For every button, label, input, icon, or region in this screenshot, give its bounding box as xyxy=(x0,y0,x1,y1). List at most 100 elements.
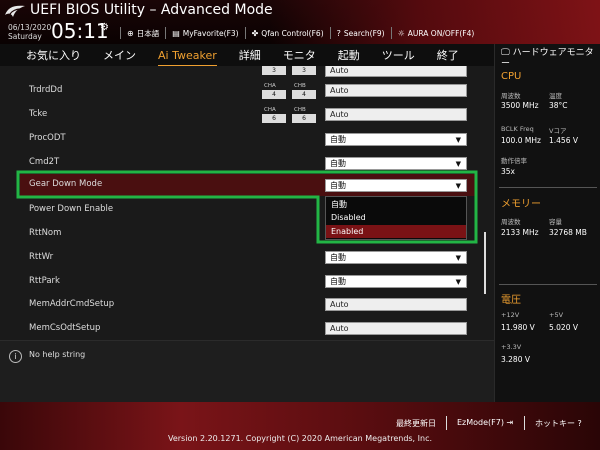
setting-dropdown[interactable]: 自動 ▼ xyxy=(325,251,467,264)
v5-value: 5.020 V xyxy=(549,323,578,332)
setting-row-procodt[interactable]: ProcODT 自動 ▼ xyxy=(0,128,480,150)
setting-label: MemCsOdtSetup xyxy=(29,323,101,333)
last-modified-button[interactable]: 最終更新日 xyxy=(396,418,436,429)
myfavorite-label: MyFavorite(F3) xyxy=(182,28,239,38)
cha-label: CHA xyxy=(264,83,276,89)
mem-cap-value: 32768 MB xyxy=(549,228,587,237)
bclk-value: 100.0 MHz xyxy=(501,136,541,145)
chevron-down-icon: ▼ xyxy=(455,278,461,286)
setting-label: Power Down Enable xyxy=(29,204,114,214)
setting-label: MemAddrCmdSetup xyxy=(29,299,115,309)
setting-row-rttpark[interactable]: RttPark 自動 ▼ xyxy=(0,271,480,293)
setting-dropdown[interactable]: 自動 ▼ xyxy=(325,275,467,288)
cpu-section-title: CPU xyxy=(501,71,522,82)
menu-ai-tweaker[interactable]: Ai Tweaker xyxy=(158,49,217,66)
dropdown-value: 自動 xyxy=(330,277,346,286)
cha-value-box[interactable]: 4 xyxy=(262,90,286,99)
setting-value-field[interactable]: Auto xyxy=(325,66,467,77)
main-menu: お気に入り メイン Ai Tweaker 詳細 モニタ 起動 ツール 終了 xyxy=(0,44,494,66)
hardware-monitor-title-text: ハードウェアモニター xyxy=(501,48,594,69)
menu-tool[interactable]: ツール xyxy=(382,47,415,63)
cha-label: CHA xyxy=(264,107,276,113)
fan-icon: ✤ xyxy=(251,28,259,38)
qfan-button[interactable]: ✤ Qfan Control(F6) xyxy=(252,29,324,38)
hotkeys-button[interactable]: ホットキー ? xyxy=(535,418,582,429)
favorite-list-icon: ▤ xyxy=(172,28,180,38)
footer-bar: 最終更新日 EzMode(F7) ⇥ ホットキー ? Version 2.20.… xyxy=(0,402,600,450)
chb-value-box[interactable]: 6 xyxy=(292,114,316,123)
myfavorite-button[interactable]: ▤ MyFavorite(F3) xyxy=(172,29,238,38)
mem-freq-label: 周波数 xyxy=(501,218,521,226)
version-text: Version 2.20.1271. Copyright (C) 2020 Am… xyxy=(167,434,433,443)
setting-dropdown[interactable]: 自動 ▼ xyxy=(325,133,467,146)
menu-favorites[interactable]: お気に入り xyxy=(26,47,81,63)
window-title: UEFI BIOS Utility – Advanced Mode xyxy=(30,2,273,18)
memory-section-title: メモリー xyxy=(501,199,541,210)
setting-row-memaddrcmdsetup[interactable]: MemAddrCmdSetup Auto xyxy=(0,294,480,316)
toolbar-divider xyxy=(244,27,246,39)
chb-value-box[interactable]: 4 xyxy=(292,90,316,99)
hotkeys-label: ホットキー xyxy=(535,419,575,428)
setting-row-trdrddd[interactable]: TrdrdDd CHA CHB 4 4 Auto xyxy=(0,80,480,102)
menu-main[interactable]: メイン xyxy=(103,47,136,63)
bios-window: UEFI BIOS Utility – Advanced Mode 06/13/… xyxy=(0,0,600,450)
ezmode-button[interactable]: EzMode(F7) ⇥ xyxy=(457,418,513,427)
chb-value-box[interactable]: 3 xyxy=(292,66,316,75)
setting-label: Gear Down Mode xyxy=(29,179,103,189)
bclk-label: BCLK Freq xyxy=(501,125,534,133)
setting-row-tcke[interactable]: Tcke CHA CHB 6 6 Auto xyxy=(0,104,480,126)
setting-value-field[interactable]: Auto xyxy=(325,84,467,97)
cpu-temp-label: 温度 xyxy=(549,92,562,100)
menu-boot[interactable]: 起動 xyxy=(338,47,360,63)
footer-divider xyxy=(524,416,525,430)
menu-monitor[interactable]: モニタ xyxy=(283,47,316,63)
menu-exit[interactable]: 終了 xyxy=(437,47,459,63)
toolbar-divider xyxy=(390,27,392,39)
setting-dropdown[interactable]: 自動 ▼ xyxy=(325,157,467,170)
help-text: No help string xyxy=(29,350,86,359)
dropdown-value: 自動 xyxy=(330,253,346,262)
language-button[interactable]: ⊕ 日本語 xyxy=(127,28,159,39)
vcore-label: Vコア xyxy=(549,127,567,135)
hardware-monitor-panel: 🖵 ハードウェアモニター CPU 周波数 温度 3500 MHz 38°C BC… xyxy=(494,44,600,402)
option-enabled[interactable]: Enabled xyxy=(326,225,466,238)
cha-value-box[interactable]: 3 xyxy=(262,66,286,75)
cpu-freq-value: 3500 MHz xyxy=(501,101,539,110)
setting-row-memcsodtsetup[interactable]: MemCsOdtSetup Auto xyxy=(0,318,480,340)
date-text: 06/13/2020 xyxy=(8,23,52,32)
v33-value: 3.280 V xyxy=(501,355,530,364)
setting-label: TrdrdDd xyxy=(29,85,63,95)
scrollbar-thumb[interactable] xyxy=(484,232,486,294)
mem-cap-label: 容量 xyxy=(549,218,562,226)
aura-button[interactable]: ☼ AURA ON/OFF(F4) xyxy=(398,29,475,38)
exit-arrow-icon: ⇥ xyxy=(506,418,514,427)
gear-down-options-list: 自動 Disabled Enabled xyxy=(325,196,467,240)
header-bar: UEFI BIOS Utility – Advanced Mode 06/13/… xyxy=(0,0,600,44)
chevron-down-icon: ▼ xyxy=(455,136,461,144)
rog-logo-icon xyxy=(5,5,25,17)
search-icon: ? xyxy=(336,28,341,38)
setting-row-cmd2t[interactable]: Cmd2T 自動 ▼ xyxy=(0,152,480,174)
v33-label: +3.3V xyxy=(501,343,522,351)
settings-panel: 3 3 Auto TrdrdDd CHA CHB 4 4 Auto Tcke C… xyxy=(0,66,494,340)
date-display: 06/13/2020 Saturday xyxy=(8,23,51,41)
dropdown-value: 自動 xyxy=(330,135,346,144)
setting-row-rttwr[interactable]: RttWr 自動 ▼ xyxy=(0,247,480,269)
chb-label: CHB xyxy=(294,83,306,89)
clock-settings-gear-icon[interactable]: ⚙ xyxy=(100,22,109,33)
setting-row-gear-down-mode[interactable]: Gear Down Mode 自動 ▼ xyxy=(0,174,480,196)
option-disabled[interactable]: Disabled xyxy=(326,211,466,224)
section-divider xyxy=(499,284,597,285)
setting-value-field[interactable]: Auto xyxy=(325,322,467,335)
setting-value-field[interactable]: Auto xyxy=(325,108,467,121)
setting-value-field[interactable]: Auto xyxy=(325,298,467,311)
setting-dropdown[interactable]: 自動 ▼ xyxy=(325,179,467,192)
option-auto[interactable]: 自動 xyxy=(326,198,466,211)
language-label: 日本語 xyxy=(136,28,160,38)
toolbar: ⊕ 日本語 ▤ MyFavorite(F3) ✤ Qfan Control(F6) ?… xyxy=(114,27,474,39)
setting-label: Tcke xyxy=(29,109,48,119)
menu-advanced[interactable]: 詳細 xyxy=(239,47,261,63)
ratio-value: 35x xyxy=(501,167,515,176)
search-button[interactable]: ? Search(F9) xyxy=(337,29,385,38)
cha-value-box[interactable]: 6 xyxy=(262,114,286,123)
